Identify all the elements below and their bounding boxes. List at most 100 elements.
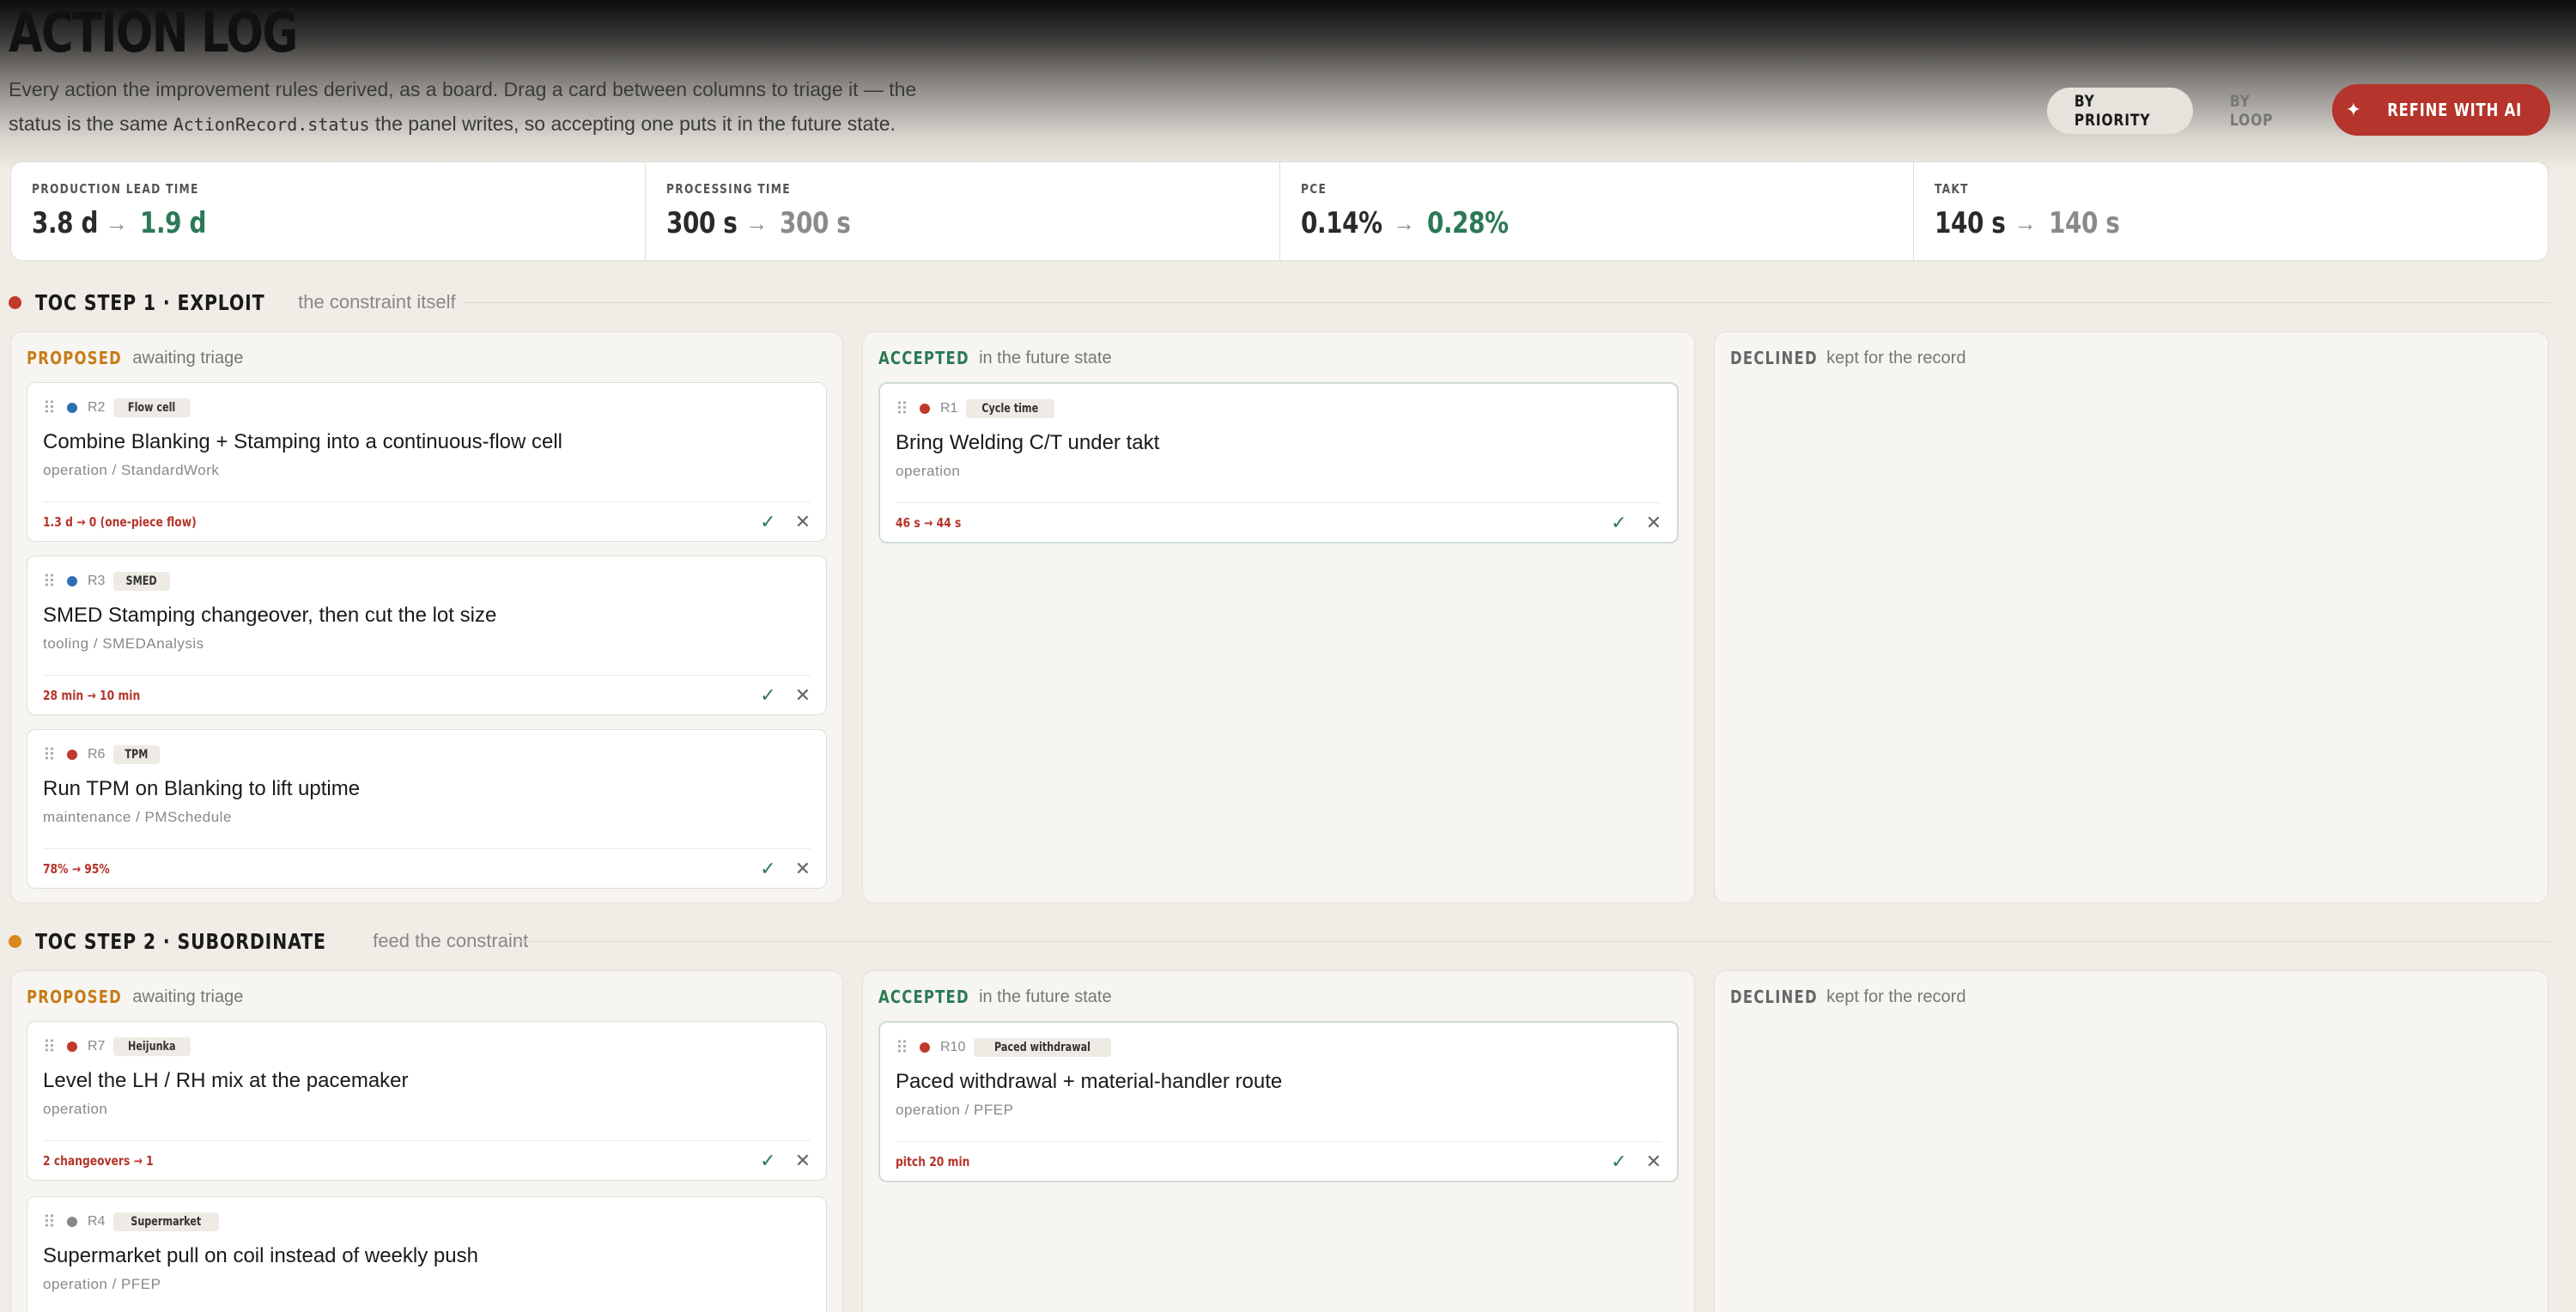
card-delta: 46 s → 44 s [896,514,962,531]
category-tag: Heijunka [113,1037,191,1056]
drag-handle-icon[interactable]: ⠿ [43,398,62,419]
page-description: Every action the improvement rules deriv… [9,72,1022,142]
sparkle-icon: ✦ [2345,99,2363,121]
action-card-r1[interactable]: ⠿ R1 Cycle time Bring Welding C/T under … [878,382,1679,544]
decline-x-icon[interactable]: ✕ [1646,1151,1662,1171]
drag-handle-icon[interactable]: ⠿ [896,398,914,420]
metric-pce: PCE 0.14% → 0.28% [1280,162,1915,260]
arrow-right-icon: → [1392,210,1415,236]
column-accepted[interactable]: ACCEPTED in the future state ⠿ R1 Cycle … [862,331,1695,903]
card-meta: operation [43,1101,108,1117]
section-subtitle: feed the constraint [373,930,529,951]
priority-dot-icon [920,404,930,414]
priority-dot-icon [67,1042,77,1052]
metric-label: PROCESSING TIME [665,181,791,197]
decline-x-icon[interactable]: ✕ [1646,513,1662,532]
refine-label: REFINE WITH AI [2387,100,2523,120]
card-title: Paced withdrawal + material-handler rout… [896,1070,1283,1093]
accept-check-icon[interactable]: ✓ [760,1151,775,1170]
column-title: DECLINED [1730,348,1818,368]
column-accepted[interactable]: ACCEPTED in the future state ⠿ R10 Paced… [862,970,1695,1312]
priority-dot-icon [67,750,77,760]
action-card-r6[interactable]: ⠿ R6 TPM Run TPM on Blanking to lift upt… [27,729,827,889]
section-divider [464,302,2550,303]
action-card-r3[interactable]: ⠿ R3 SMED SMED Stamping changeover, then… [27,556,827,715]
section-header: TOC STEP 2 · SUBORDINATE feed the constr… [9,927,528,955]
metric-from: 140 s [1935,206,2006,240]
metric-to: 1.9 d [139,206,206,240]
status-dot-icon [9,295,21,309]
card-title: Level the LH / RH mix at the pacemaker [43,1069,409,1092]
action-card-r7[interactable]: ⠿ R7 Heijunka Level the LH / RH mix at t… [27,1021,827,1181]
column-proposed[interactable]: PROPOSED awaiting triage ⠿ R7 Heijunka L… [10,970,843,1312]
rule-id: R6 [88,747,106,762]
accept-check-icon[interactable]: ✓ [1611,513,1626,532]
card-meta: maintenance / PMSchedule [43,809,232,825]
category-tag: TPM [113,745,161,764]
priority-dot-icon [67,403,77,413]
drag-handle-icon[interactable]: ⠿ [43,1036,62,1058]
decline-x-icon[interactable]: ✕ [795,859,811,878]
metric-from: 3.8 d [32,206,99,240]
priority-dot-icon [920,1042,930,1053]
priority-dot-icon [67,1217,77,1227]
column-title: PROPOSED [27,987,123,1007]
by-loop-toggle[interactable]: BY LOOP [2207,88,2306,134]
priority-dot-icon [67,576,77,586]
decline-x-icon[interactable]: ✕ [795,1151,811,1170]
card-delta: 28 min → 10 min [43,687,141,703]
column-proposed[interactable]: PROPOSED awaiting triage ⠿ R2 Flow cell … [10,331,843,903]
column-title: DECLINED [1730,987,1818,1007]
card-delta: 2 changeovers → 1 [43,1152,154,1169]
drag-handle-icon[interactable]: ⠿ [43,1212,62,1233]
category-tag: Supermarket [113,1212,219,1231]
card-delta: pitch 20 min [896,1153,970,1169]
metric-label: PRODUCTION LEAD TIME [32,181,199,197]
arrow-right-icon: → [2014,210,2037,236]
metric-lead-time: PRODUCTION LEAD TIME 3.8 d → 1.9 d [11,162,646,260]
decline-x-icon[interactable]: ✕ [795,512,811,531]
action-card-r4[interactable]: ⠿ R4 Supermarket Supermarket pull on coi… [27,1196,827,1312]
drag-handle-icon[interactable]: ⠿ [43,571,62,592]
drag-handle-icon[interactable]: ⠿ [43,744,62,766]
accept-check-icon[interactable]: ✓ [760,859,775,878]
card-meta: operation / PFEP [43,1276,161,1292]
column-subtitle: in the future state [979,987,1112,1006]
action-card-r2[interactable]: ⠿ R2 Flow cell Combine Blanking + Stampi… [27,382,827,542]
card-meta: tooling / SMEDAnalysis [43,635,204,652]
refine-with-ai-button[interactable]: ✦ REFINE WITH AI [2332,84,2550,136]
page-header: ACTION LOG Every action the improvement … [0,0,2576,163]
metric-to: 0.28% [1426,206,1509,240]
column-title: ACCEPTED [878,987,969,1007]
category-tag: SMED [113,572,170,591]
accept-check-icon[interactable]: ✓ [1611,1151,1626,1171]
card-meta: operation / PFEP [896,1102,1014,1118]
section-toc-step-2: TOC STEP 2 · SUBORDINATE feed the constr… [0,927,2576,1312]
action-card-r10[interactable]: ⠿ R10 Paced withdrawal Paced withdrawal … [878,1021,1679,1182]
card-delta: 1.3 d → 0 (one-piece flow) [43,513,197,530]
desc-line-2a: status is the same [9,112,173,135]
category-tag: Flow cell [113,398,191,417]
metric-to: 300 s [780,206,851,240]
accept-check-icon[interactable]: ✓ [760,685,775,705]
section-subtitle: the constraint itself [298,291,456,313]
card-meta: operation / StandardWork [43,462,220,478]
section-title: TOC STEP 2 · SUBORDINATE [35,928,326,954]
card-title: SMED Stamping changeover, then cut the l… [43,604,497,627]
column-subtitle: awaiting triage [132,348,244,367]
desc-line-1: Every action the improvement rules deriv… [9,78,917,100]
rule-id: R2 [88,400,106,415]
column-subtitle: in the future state [979,348,1112,367]
card-title: Combine Blanking + Stamping into a conti… [43,430,563,453]
accept-check-icon[interactable]: ✓ [760,512,775,531]
section-toc-step-1: TOC STEP 1 · EXPLOIT the constraint itse… [0,289,2576,907]
card-meta: operation [896,463,961,479]
card-delta: 78% → 95% [43,860,110,877]
card-title: Run TPM on Blanking to lift uptime [43,777,361,800]
by-priority-toggle[interactable]: BY PRIORITY [2047,88,2193,134]
column-declined[interactable]: DECLINED kept for the record [1714,970,2549,1312]
column-declined[interactable]: DECLINED kept for the record [1714,331,2549,903]
drag-handle-icon[interactable]: ⠿ [896,1037,914,1059]
metric-label: TAKT [1935,181,1970,197]
decline-x-icon[interactable]: ✕ [795,685,811,705]
